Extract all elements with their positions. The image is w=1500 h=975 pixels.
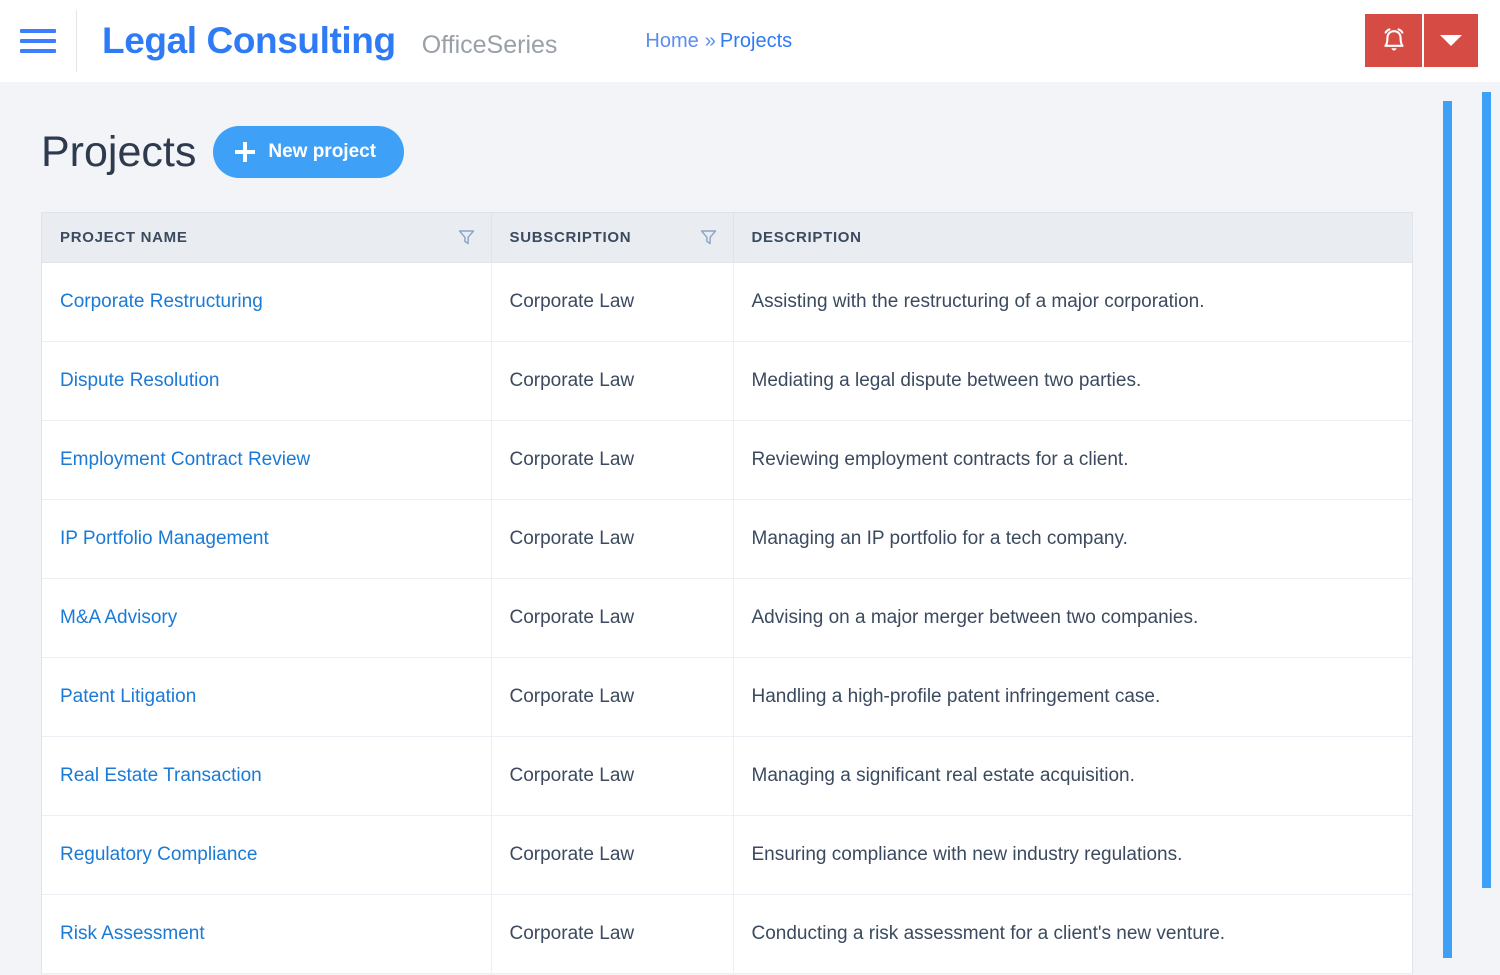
cell-project-name: IP Portfolio Management [42, 499, 492, 579]
cell-subscription: Corporate Law [491, 657, 734, 737]
brand[interactable]: Legal Consulting OfficeSeries [77, 20, 557, 62]
table-header: PROJECT NAME SUBSCRIPTION DESCRIPTION [42, 213, 1412, 263]
projects-table: PROJECT NAME SUBSCRIPTION DESCRIPTION Co… [42, 213, 1412, 974]
plus-icon [235, 142, 256, 162]
hamburger-bar [20, 39, 56, 43]
new-project-label: New project [268, 141, 377, 162]
cell-description: Managing an IP portfolio for a tech comp… [733, 499, 1412, 579]
brand-subtitle: OfficeSeries [421, 31, 558, 59]
table-row: Regulatory Compliance Corporate Law Ensuri… [42, 815, 1412, 895]
table-row: Real Estate Transaction Corporate Law Mana… [42, 736, 1412, 816]
table-header-row: PROJECT NAME SUBSCRIPTION DESCRIPTION [42, 213, 1412, 263]
column-header-project-name[interactable]: PROJECT NAME [42, 213, 492, 263]
cell-subscription: Corporate Law [491, 341, 734, 421]
project-link[interactable]: Corporate Restructuring [60, 291, 263, 312]
filter-funnel-icon-project-name[interactable] [458, 229, 475, 246]
cell-subscription: Corporate Law [491, 578, 734, 658]
hamburger-bar [20, 49, 56, 53]
cell-project-name: Employment Contract Review [42, 420, 492, 500]
cell-project-name: Risk Assessment [42, 894, 492, 974]
hamburger-menu-icon[interactable] [0, 0, 76, 82]
column-header-description[interactable]: DESCRIPTION [733, 213, 1412, 263]
projects-table-container: PROJECT NAME SUBSCRIPTION DESCRIPTION Co… [41, 212, 1413, 974]
cell-subscription: Corporate Law [491, 815, 734, 895]
cell-project-name: Patent Litigation [42, 657, 492, 737]
cell-subscription: Corporate Law [491, 894, 734, 974]
column-label: SUBSCRIPTION [509, 228, 632, 246]
alarm-bell-icon [1383, 28, 1404, 51]
cell-description: Assisting with the restructuring of a ma… [733, 262, 1412, 342]
brand-title: Legal Consulting [102, 20, 396, 61]
cell-subscription: Corporate Law [491, 420, 734, 500]
cell-project-name: Real Estate Transaction [42, 736, 492, 816]
new-project-button[interactable]: New project [213, 126, 405, 178]
filter-funnel-icon-subscription[interactable] [700, 229, 717, 246]
breadcrumb-separator-icon: » [704, 29, 716, 52]
alarm-button[interactable] [1365, 14, 1424, 67]
cell-description: Mediating a legal dispute between two pa… [733, 341, 1412, 421]
cell-subscription: Corporate Law [491, 262, 734, 342]
page-content: Projects New project PROJECT NAME SUBSCR… [0, 82, 1500, 975]
hamburger-bar [20, 29, 56, 33]
user-menu-button[interactable] [1424, 14, 1478, 67]
project-link[interactable]: Dispute Resolution [60, 370, 219, 391]
cell-project-name: Regulatory Compliance [42, 815, 492, 895]
table-body: Corporate Restructuring Corporate Law Assi… [42, 262, 1412, 974]
table-row: Risk Assessment Corporate Law Conducting a… [42, 894, 1412, 974]
table-row: Dispute Resolution Corporate Law Mediating… [42, 341, 1412, 421]
cell-project-name: Dispute Resolution [42, 341, 492, 421]
project-link[interactable]: Patent Litigation [60, 686, 196, 707]
cell-project-name: M&A Advisory [42, 578, 492, 658]
header-actions [1365, 14, 1478, 67]
cell-description: Handling a high-profile patent infringem… [733, 657, 1412, 737]
table-row: Employment Contract Review Corporate Law R… [42, 420, 1412, 500]
app-header: Legal Consulting OfficeSeries Home » Pro… [0, 0, 1500, 82]
column-label: DESCRIPTION [751, 228, 862, 246]
inner-scrollbar-thumb[interactable] [1443, 101, 1452, 958]
table-row: Patent Litigation Corporate Law Handling a… [42, 657, 1412, 737]
cell-description: Conducting a risk assessment for a clien… [733, 894, 1412, 974]
project-link[interactable]: Regulatory Compliance [60, 844, 258, 865]
page-title: Projects [41, 127, 197, 176]
column-header-subscription[interactable]: SUBSCRIPTION [491, 213, 734, 263]
table-row: IP Portfolio Management Corporate Law Mana… [42, 499, 1412, 579]
project-link[interactable]: Real Estate Transaction [60, 765, 262, 786]
project-link[interactable]: Employment Contract Review [60, 449, 310, 470]
project-link[interactable]: Risk Assessment [60, 923, 205, 944]
cell-description: Managing a significant real estate acqui… [733, 736, 1412, 816]
breadcrumb-link-home[interactable]: Home [645, 30, 698, 53]
page-scrollbar-thumb[interactable] [1482, 92, 1491, 888]
cell-description: Reviewing employment contracts for a cli… [733, 420, 1412, 500]
cell-subscription: Corporate Law [491, 736, 734, 816]
column-label: PROJECT NAME [60, 228, 188, 246]
cell-description: Ensuring compliance with new industry re… [733, 815, 1412, 895]
cell-project-name: Corporate Restructuring [42, 262, 492, 342]
cell-subscription: Corporate Law [491, 499, 734, 579]
table-row: M&A Advisory Corporate Law Advising on a m… [42, 578, 1412, 658]
chevron-down-icon [1440, 35, 1462, 46]
project-link[interactable]: IP Portfolio Management [60, 528, 269, 549]
breadcrumb: Home » Projects [645, 30, 792, 53]
cell-description: Advising on a major merger between two c… [733, 578, 1412, 658]
breadcrumb-link-projects[interactable]: Projects [720, 30, 792, 53]
table-row: Corporate Restructuring Corporate Law Assi… [42, 262, 1412, 342]
page-header: Projects New project [0, 82, 1500, 178]
project-link[interactable]: M&A Advisory [60, 607, 177, 628]
